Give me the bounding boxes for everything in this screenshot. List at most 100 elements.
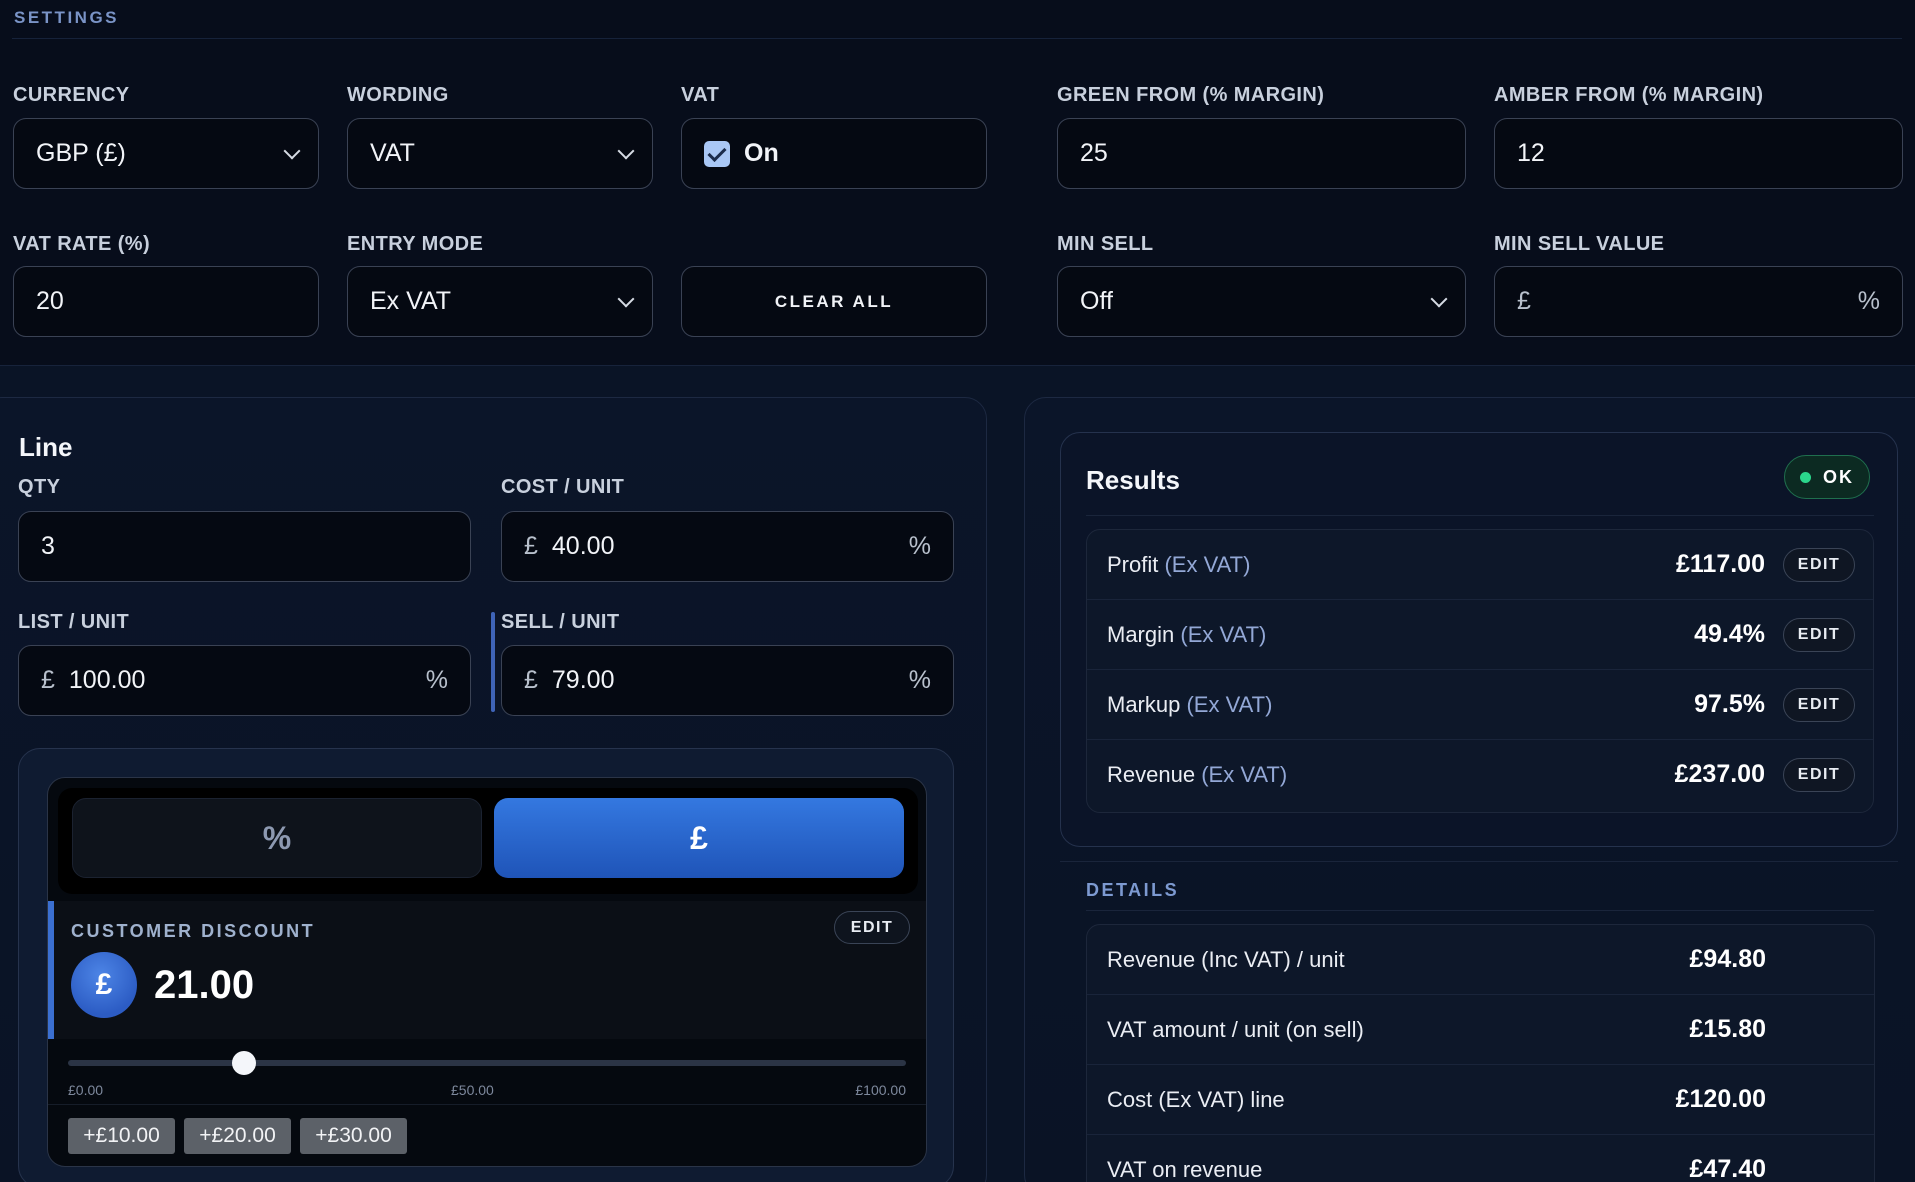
result-sub: (Ex VAT) bbox=[1186, 692, 1273, 717]
percent-suffix: % bbox=[908, 532, 931, 560]
vat-label: VAT bbox=[681, 84, 720, 106]
discount-slider-track[interactable] bbox=[68, 1060, 906, 1066]
min-sell-select[interactable]: Off bbox=[1057, 266, 1466, 337]
settings-panel: SETTINGS CURRENCY WORDING VAT GREEN FROM… bbox=[0, 0, 1915, 366]
vat-toggle[interactable]: On bbox=[681, 118, 987, 189]
sell-unit-label: SELL / UNIT bbox=[501, 611, 620, 633]
currency-prefix: £ bbox=[41, 666, 55, 694]
green-from-value: 25 bbox=[1080, 139, 1108, 167]
results-title: Results bbox=[1086, 465, 1180, 495]
customer-discount-panel: CUSTOMER DISCOUNT EDIT £ 21.00 bbox=[48, 901, 926, 1039]
chevron-down-icon bbox=[617, 290, 635, 307]
wording-value: VAT bbox=[370, 139, 415, 167]
currency-prefix: £ bbox=[524, 666, 538, 694]
detail-row: VAT on revenue £47.40 bbox=[1087, 1135, 1874, 1182]
result-row-revenue: Revenue (Ex VAT) £237.00 EDIT bbox=[1087, 740, 1873, 810]
divider bbox=[48, 1104, 926, 1105]
list-unit-value: 100.00 bbox=[68, 666, 146, 694]
divider bbox=[1086, 910, 1874, 911]
qty-value: 3 bbox=[41, 532, 55, 560]
result-value: 97.5% bbox=[1694, 690, 1765, 718]
checkbox-checked-icon[interactable] bbox=[704, 140, 730, 167]
divider bbox=[1060, 861, 1898, 862]
currency-select[interactable]: GBP (£) bbox=[13, 118, 319, 189]
result-sub: (Ex VAT) bbox=[1201, 762, 1288, 787]
detail-value: £15.80 bbox=[1689, 1015, 1766, 1043]
currency-value: GBP (£) bbox=[36, 139, 126, 167]
percent-suffix: % bbox=[425, 666, 448, 694]
amber-from-value: 12 bbox=[1517, 139, 1545, 167]
pound-mode-button[interactable]: £ bbox=[494, 798, 904, 878]
sell-indicator-bar bbox=[491, 612, 495, 712]
min-sell-value-input[interactable]: £ % bbox=[1494, 266, 1903, 337]
chevron-down-icon bbox=[617, 142, 635, 159]
profit-edit-button[interactable]: EDIT bbox=[1783, 548, 1855, 582]
detail-name: VAT on revenue bbox=[1107, 1157, 1263, 1182]
min-sell-label: MIN SELL bbox=[1057, 233, 1154, 255]
qty-input[interactable]: 3 bbox=[18, 511, 471, 582]
result-row-profit: Profit (Ex VAT) £117.00 EDIT bbox=[1087, 530, 1873, 600]
percent-mode-button[interactable]: % bbox=[72, 798, 482, 878]
result-sub: (Ex VAT) bbox=[1164, 552, 1251, 577]
entry-mode-select[interactable]: Ex VAT bbox=[347, 266, 653, 337]
margin-edit-button[interactable]: EDIT bbox=[1783, 618, 1855, 652]
green-from-label: GREEN FROM (% MARGIN) bbox=[1057, 84, 1325, 106]
cost-unit-value: 40.00 bbox=[551, 532, 615, 560]
percent-suffix: % bbox=[908, 666, 931, 694]
vat-rate-value: 20 bbox=[36, 287, 64, 315]
sell-unit-value: 79.00 bbox=[551, 666, 615, 694]
customer-discount-label: CUSTOMER DISCOUNT bbox=[71, 921, 316, 941]
discount-inner: % £ CUSTOMER DISCOUNT EDIT £ 21.00 £0.00… bbox=[47, 777, 927, 1167]
vat-rate-label: VAT RATE (%) bbox=[13, 233, 151, 255]
detail-row: VAT amount / unit (on sell) £15.80 bbox=[1087, 995, 1874, 1065]
discount-slider-thumb[interactable] bbox=[231, 1051, 256, 1075]
result-name: Revenue bbox=[1107, 762, 1196, 787]
wording-label: WORDING bbox=[347, 84, 449, 106]
discount-edit-button[interactable]: EDIT bbox=[834, 911, 910, 944]
vat-value: On bbox=[744, 139, 779, 167]
divider bbox=[12, 38, 1902, 39]
currency-prefix: £ bbox=[524, 532, 538, 560]
result-value: £237.00 bbox=[1674, 760, 1765, 788]
add-30-chip[interactable]: +£30.00 bbox=[300, 1118, 407, 1154]
result-value: £117.00 bbox=[1676, 550, 1765, 578]
status-badge: OK bbox=[1784, 455, 1870, 499]
detail-value: £120.00 bbox=[1675, 1085, 1766, 1113]
result-label: Margin (Ex VAT) bbox=[1107, 622, 1266, 648]
detail-value: £47.40 bbox=[1689, 1155, 1766, 1182]
status-dot-icon bbox=[1800, 471, 1811, 483]
slider-mid-label: £50.00 bbox=[451, 1082, 494, 1098]
detail-value: £94.80 bbox=[1689, 945, 1766, 973]
entry-mode-value: Ex VAT bbox=[370, 287, 452, 315]
vat-rate-input[interactable]: 20 bbox=[13, 266, 319, 337]
result-row-markup: Markup (Ex VAT) 97.5% EDIT bbox=[1087, 670, 1873, 740]
clear-all-button[interactable]: CLEAR ALL bbox=[681, 266, 987, 337]
discount-mode-toggle: % £ bbox=[58, 788, 918, 894]
result-name: Profit bbox=[1107, 552, 1159, 577]
markup-edit-button[interactable]: EDIT bbox=[1783, 688, 1855, 722]
result-row-margin: Margin (Ex VAT) 49.4% EDIT bbox=[1087, 600, 1873, 670]
detail-name: Cost (Ex VAT) line bbox=[1107, 1087, 1285, 1112]
status-text: OK bbox=[1823, 466, 1854, 487]
cost-unit-label: COST / UNIT bbox=[501, 476, 625, 498]
green-from-input[interactable]: 25 bbox=[1057, 118, 1466, 189]
chevron-down-icon bbox=[283, 142, 301, 159]
slider-max-label: £100.00 bbox=[855, 1082, 906, 1098]
revenue-edit-button[interactable]: EDIT bbox=[1783, 758, 1855, 792]
list-unit-label: LIST / UNIT bbox=[18, 611, 130, 633]
cost-unit-input[interactable]: £ 40.00 % bbox=[501, 511, 954, 582]
sell-unit-input[interactable]: £ 79.00 % bbox=[501, 645, 954, 716]
add-10-chip[interactable]: +£10.00 bbox=[68, 1118, 175, 1154]
currency-label: CURRENCY bbox=[13, 84, 130, 106]
list-unit-input[interactable]: £ 100.00 % bbox=[18, 645, 471, 716]
result-name: Markup bbox=[1107, 692, 1181, 717]
wording-select[interactable]: VAT bbox=[347, 118, 653, 189]
min-sell-value-label: MIN SELL VALUE bbox=[1494, 233, 1665, 255]
add-20-chip[interactable]: +£20.00 bbox=[184, 1118, 291, 1154]
amber-from-input[interactable]: 12 bbox=[1494, 118, 1903, 189]
result-label: Markup (Ex VAT) bbox=[1107, 692, 1272, 718]
percent-suffix: % bbox=[1857, 287, 1880, 315]
settings-title: SETTINGS bbox=[14, 8, 120, 27]
detail-row: Revenue (Inc VAT) / unit £94.80 bbox=[1087, 925, 1874, 995]
discount-card: % £ CUSTOMER DISCOUNT EDIT £ 21.00 £0.00… bbox=[18, 748, 954, 1182]
